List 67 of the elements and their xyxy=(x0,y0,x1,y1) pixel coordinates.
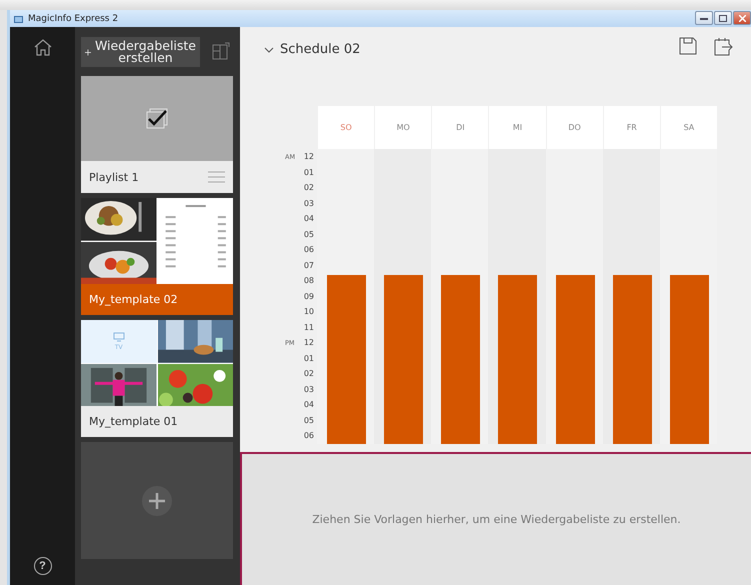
plus-icon xyxy=(142,486,172,516)
hour-label: 03 xyxy=(304,198,314,208)
day-header: DO xyxy=(546,106,603,149)
minimize-icon xyxy=(700,16,708,20)
hour-label: 01 xyxy=(304,168,314,177)
hour-label: 09 xyxy=(304,292,314,301)
hour-label: 03 xyxy=(304,384,314,394)
hour-label: 11 xyxy=(304,322,314,332)
schedule-slot[interactable] xyxy=(556,428,595,444)
day-header: DI xyxy=(431,106,488,149)
hour-label: 12 xyxy=(304,152,314,162)
day-header: MO xyxy=(374,106,432,149)
plus-icon xyxy=(85,46,91,58)
schedule-slot[interactable] xyxy=(498,428,538,444)
schedule-slot[interactable] xyxy=(441,428,480,444)
hour-label: 04 xyxy=(304,214,314,224)
schedule-slot[interactable] xyxy=(441,275,480,288)
help-button[interactable]: ? xyxy=(34,557,52,575)
window-title: MagicInfo Express 2 xyxy=(28,14,118,24)
card-title: My_template 01 xyxy=(89,415,178,428)
export-icon[interactable] xyxy=(714,37,733,56)
home-icon[interactable] xyxy=(34,39,52,56)
hour-label: 12 xyxy=(304,338,314,348)
hour-label: 04 xyxy=(304,400,314,410)
card-title: My_template 02 xyxy=(89,293,178,306)
hour-label: 10 xyxy=(304,307,314,316)
hour-label: 02 xyxy=(304,369,314,378)
hour-label: 05 xyxy=(304,230,314,239)
day-header: FR xyxy=(602,106,660,149)
maximize-icon xyxy=(719,14,727,22)
save-icon[interactable] xyxy=(679,37,697,55)
day-header: SO xyxy=(317,106,374,149)
schedule-slot[interactable] xyxy=(612,275,652,288)
close-icon xyxy=(738,14,746,22)
schedule-slot[interactable] xyxy=(384,428,424,444)
hour-label: 01 xyxy=(304,354,314,363)
hour-label: 06 xyxy=(304,431,314,440)
create-playlist-button[interactable]: Wiedergabeliste erstellen xyxy=(81,37,200,67)
hour-label: 05 xyxy=(304,416,314,425)
layout-icon[interactable] xyxy=(212,42,230,60)
chevron-icon xyxy=(264,44,274,54)
add-card[interactable] xyxy=(81,442,233,559)
app-icon xyxy=(14,14,23,22)
checkbox-icon[interactable] xyxy=(145,108,169,130)
day-header: SA xyxy=(660,106,717,149)
hour-label: 02 xyxy=(304,183,314,192)
schedule-slot[interactable] xyxy=(556,275,595,288)
playlist-card[interactable]: Playlist 1 xyxy=(81,76,233,193)
hour-label: 06 xyxy=(304,245,314,254)
drop-hint: Ziehen Sie Vorlagen hierher, um eine Wiedergabeliste zu erstellen. xyxy=(312,513,681,526)
day-header: MI xyxy=(488,106,546,149)
schedule-slot[interactable] xyxy=(670,428,709,444)
schedule-title[interactable]: Schedule 02 xyxy=(264,42,360,57)
hour-label: 07 xyxy=(304,260,314,270)
schedule-slot[interactable] xyxy=(327,428,366,444)
card-title: Playlist 1 xyxy=(89,170,139,184)
schedule-slot[interactable] xyxy=(384,275,424,288)
schedule-slot[interactable] xyxy=(670,275,709,288)
schedule-slot[interactable] xyxy=(498,275,538,288)
minimize-button[interactable] xyxy=(695,11,713,25)
maximize-button[interactable] xyxy=(714,11,732,25)
schedule-slot[interactable] xyxy=(327,275,366,288)
tv-icon xyxy=(112,332,125,342)
schedule-slot[interactable] xyxy=(612,428,652,444)
hour-label: 08 xyxy=(304,276,314,286)
close-button[interactable] xyxy=(733,11,751,25)
menu-icon[interactable] xyxy=(208,171,225,183)
